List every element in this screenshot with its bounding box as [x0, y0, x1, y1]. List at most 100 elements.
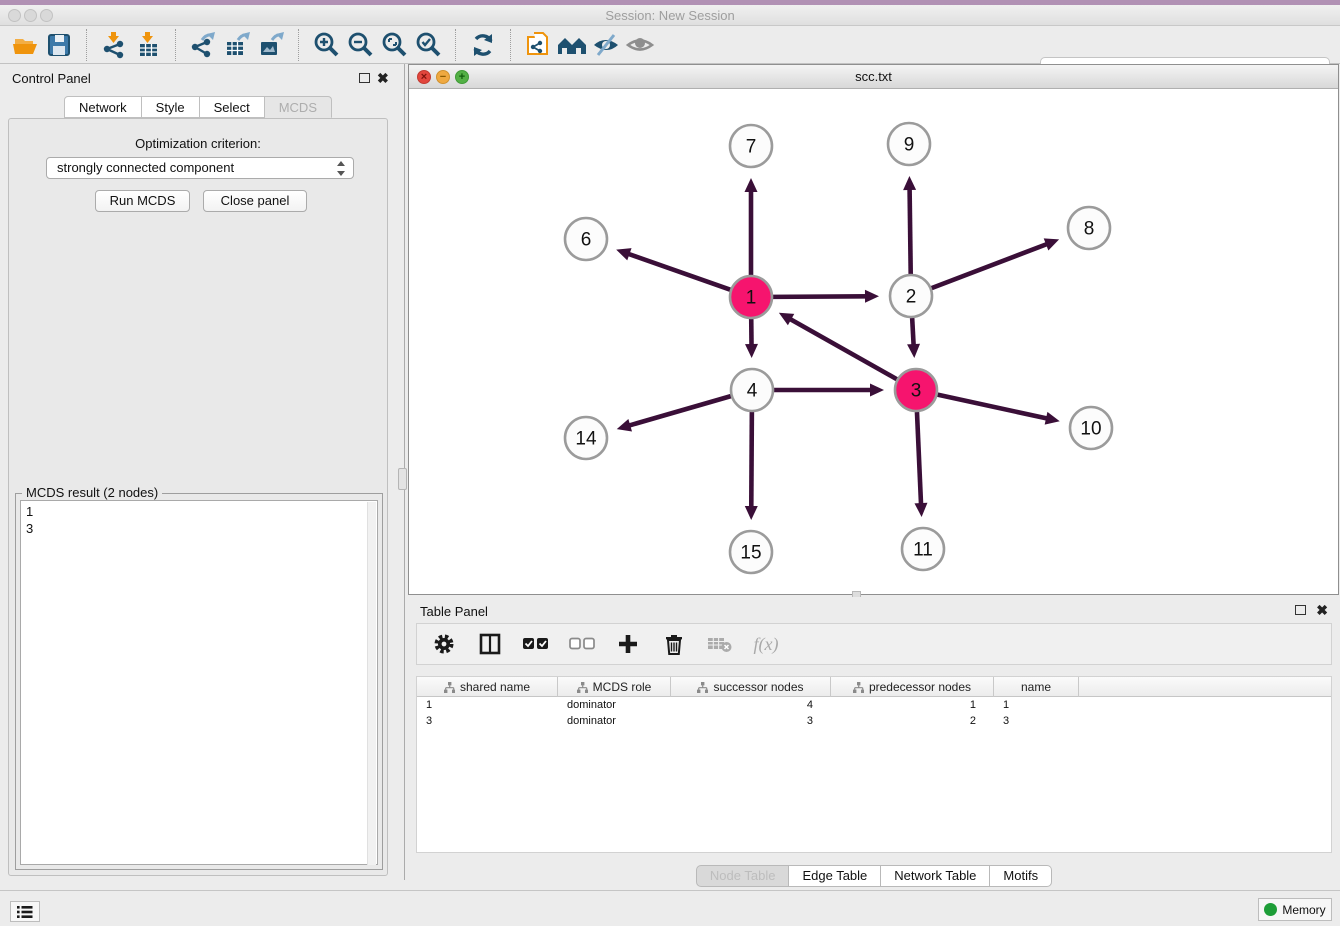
- select-all-button[interactable]: [523, 631, 549, 657]
- window-title: Session: New Session: [0, 8, 1340, 23]
- node-table-body: 1dominator4113dominator323: [417, 697, 1331, 729]
- table-row[interactable]: 1dominator411: [417, 697, 1331, 713]
- tab-select[interactable]: Select: [200, 96, 265, 118]
- deselect-all-button[interactable]: [569, 631, 595, 657]
- vertical-splitter-grip[interactable]: [398, 468, 407, 490]
- close-panel-button[interactable]: Close panel: [203, 190, 307, 212]
- tab-motifs[interactable]: Motifs: [990, 865, 1052, 887]
- edge-4-14[interactable]: [627, 396, 731, 426]
- task-history-button[interactable]: [10, 901, 40, 922]
- edge-1-6[interactable]: [627, 253, 731, 289]
- table-settings-button[interactable]: [431, 631, 457, 657]
- open-session-button[interactable]: [8, 29, 42, 61]
- add-row-button[interactable]: [615, 631, 641, 657]
- close-panel-icon[interactable]: ✖: [377, 72, 389, 84]
- export-image-button[interactable]: [254, 29, 288, 61]
- import-network-button[interactable]: [97, 29, 131, 61]
- export-network-button[interactable]: [186, 29, 220, 61]
- table-toolbar: f(x): [416, 623, 1332, 665]
- edge-arrowhead: [907, 344, 920, 358]
- memory-status-icon: [1264, 903, 1277, 916]
- edge-1-2[interactable]: [773, 296, 868, 297]
- zoom-fit-button[interactable]: [377, 29, 411, 61]
- zoom-selected-button[interactable]: [411, 29, 445, 61]
- network-view-window: × − + scc.txt 7968124314101511: [408, 64, 1339, 595]
- edge-4-15[interactable]: [751, 412, 752, 509]
- network-graph: 7 9 6 8 1 2 4 3 14 10 15 11: [409, 89, 1338, 594]
- edge-3-10[interactable]: [937, 395, 1048, 419]
- zoom-in-button[interactable]: [309, 29, 343, 61]
- column-label: successor nodes: [713, 680, 803, 694]
- graph-node-10[interactable]: 10: [1070, 407, 1112, 449]
- graph-node-2[interactable]: 2: [890, 275, 932, 317]
- column-header-predecessor-nodes[interactable]: predecessor nodes: [831, 677, 994, 697]
- criterion-select[interactable]: strongly connected component: [46, 157, 354, 179]
- import-table-icon: [134, 31, 162, 59]
- result-scrollbar[interactable]: [367, 502, 376, 865]
- save-icon: [45, 31, 73, 59]
- node-label: 8: [1084, 219, 1095, 240]
- graph-node-14[interactable]: 14: [565, 417, 607, 459]
- edge-3-11[interactable]: [917, 412, 921, 506]
- column-header-shared-name[interactable]: shared name: [417, 677, 558, 697]
- save-session-button[interactable]: [42, 29, 76, 61]
- graph-node-11[interactable]: 11: [902, 528, 944, 570]
- graph-node-7[interactable]: 7: [730, 125, 772, 167]
- mcds-result-group: MCDS result (2 nodes) 1 3: [15, 493, 383, 870]
- column-header-mcds-role[interactable]: MCDS role: [558, 677, 671, 697]
- mcds-panel: Optimization criterion: strongly connect…: [8, 118, 388, 876]
- toolbar-separator: [510, 29, 511, 61]
- network-window-title: scc.txt: [409, 69, 1338, 84]
- toolbar-separator: [175, 29, 176, 61]
- edge-2-8[interactable]: [932, 243, 1049, 288]
- duplicate-network-button[interactable]: [521, 29, 555, 61]
- plus-icon: [617, 633, 639, 655]
- tab-network-table[interactable]: Network Table: [881, 865, 990, 887]
- column-header-name[interactable]: name: [994, 677, 1079, 697]
- table-row[interactable]: 3dominator323: [417, 713, 1331, 729]
- show-all-button[interactable]: [623, 29, 657, 61]
- zoom-out-button[interactable]: [343, 29, 377, 61]
- tab-mcds[interactable]: MCDS: [265, 96, 332, 118]
- tab-style[interactable]: Style: [142, 96, 200, 118]
- edge-3-1[interactable]: [788, 318, 896, 379]
- export-table-button[interactable]: [220, 29, 254, 61]
- hide-selected-button[interactable]: [589, 29, 623, 61]
- memory-label: Memory: [1282, 903, 1325, 917]
- edge-2-3[interactable]: [912, 318, 914, 347]
- run-mcds-button[interactable]: Run MCDS: [95, 190, 190, 212]
- graph-node-15[interactable]: 15: [730, 531, 772, 573]
- delete-row-button[interactable]: [661, 631, 687, 657]
- column-header-successor-nodes[interactable]: successor nodes: [671, 677, 831, 697]
- node-label: 3: [911, 381, 922, 402]
- graph-node-8[interactable]: 8: [1068, 207, 1110, 249]
- function-builder-button[interactable]: f(x): [753, 631, 779, 657]
- eye-icon: [625, 31, 655, 59]
- graph-node-4[interactable]: 4: [731, 369, 773, 411]
- open-folder-icon: [11, 31, 39, 59]
- tab-node-table[interactable]: Node Table: [696, 865, 790, 887]
- zoom-selected-icon: [414, 31, 442, 59]
- tab-network[interactable]: Network: [64, 96, 142, 118]
- apply-layout-button[interactable]: [466, 29, 500, 61]
- first-neighbors-button[interactable]: [555, 29, 589, 61]
- memory-button[interactable]: Memory: [1258, 898, 1332, 921]
- float-panel-icon[interactable]: [359, 73, 370, 83]
- node-table-header: shared name MCDS role successor nodes pr…: [417, 677, 1331, 697]
- mcds-result-area[interactable]: 1 3: [20, 500, 378, 865]
- network-canvas[interactable]: 7 9 6 8 1 2 4 3 14 10 15 11: [409, 89, 1338, 594]
- graph-node-3[interactable]: 3: [895, 369, 937, 411]
- control-panel: Control Panel ✖ Network Style Select MCD…: [0, 64, 396, 880]
- criterion-value: strongly connected component: [57, 160, 234, 175]
- import-table-button[interactable]: [131, 29, 165, 61]
- show-column-button[interactable]: [477, 631, 503, 657]
- graph-node-6[interactable]: 6: [565, 218, 607, 260]
- tab-edge-table[interactable]: Edge Table: [789, 865, 881, 887]
- table-close-icon[interactable]: ✖: [1316, 604, 1328, 616]
- delete-table-button[interactable]: [707, 631, 733, 657]
- graph-node-1[interactable]: 1: [730, 276, 772, 318]
- table-float-icon[interactable]: [1295, 605, 1306, 615]
- graph-node-9[interactable]: 9: [888, 123, 930, 165]
- table-cell: 1: [831, 697, 994, 713]
- edge-2-9[interactable]: [910, 187, 911, 274]
